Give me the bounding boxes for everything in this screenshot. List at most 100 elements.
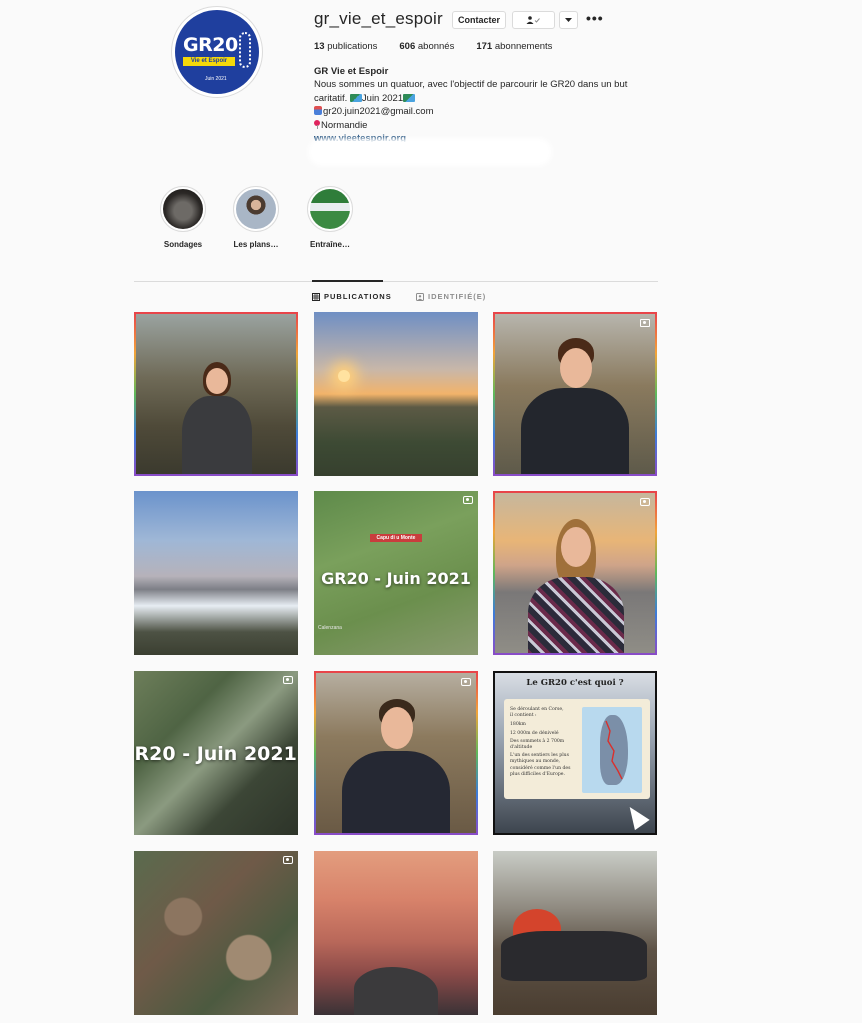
- chevron-down-icon: [565, 18, 572, 22]
- pin-icon: [314, 119, 320, 129]
- post-overlay-title: GR20 - Juin 2021: [321, 569, 471, 588]
- avatar-logo-date: Juin 2021: [205, 76, 227, 82]
- post-thumbnail[interactable]: [493, 491, 657, 655]
- more-options-icon[interactable]: •••: [586, 10, 604, 26]
- stat-label: abonnés: [417, 41, 455, 52]
- post-thumbnail[interactable]: [493, 851, 657, 1015]
- post-thumbnail[interactable]: Le GR20 c'est quoi ? Se déroulant en Cor…: [493, 671, 657, 835]
- following-button[interactable]: [512, 11, 555, 29]
- map-caption: Calenzana: [318, 625, 342, 631]
- tab-publications[interactable]: PUBLICATIONS: [312, 292, 392, 301]
- corsica-map: [582, 707, 642, 793]
- post-image: Capu di u Monte GR20 - Juin 2021 Calenza…: [314, 491, 478, 655]
- bio-email: gr20.juin2021@gmail.com: [323, 106, 434, 118]
- highlight-cover: [236, 189, 276, 229]
- highlight-sondages[interactable]: Sondages: [158, 186, 208, 249]
- post-image: [314, 312, 478, 476]
- bio-date: Juin 2021: [361, 92, 404, 104]
- card-text: Se déroulant en Corse, il contient : 180…: [510, 707, 572, 778]
- redacted-area: [312, 142, 548, 162]
- highlight-label: Entraîne…: [309, 240, 350, 249]
- post-image: [495, 314, 655, 474]
- bio-location-line: Normandie: [314, 119, 664, 132]
- person-figure: [176, 362, 256, 474]
- tab-tagged[interactable]: IDENTIFIÉ(E): [416, 292, 486, 301]
- bio-line: caritatif. Juin 2021: [314, 92, 664, 105]
- stat-publications[interactable]: 13 publications: [314, 41, 377, 52]
- cursor-arrow-icon: [622, 801, 650, 831]
- card-line: il contient :: [510, 713, 537, 719]
- video-icon: [463, 496, 473, 504]
- post-thumbnail[interactable]: Capu di u Monte GR20 - Juin 2021 Calenza…: [314, 491, 478, 655]
- highlight-entrainement[interactable]: Entraîne…: [305, 186, 355, 249]
- post-image: [495, 493, 655, 653]
- stat-value: 171: [476, 41, 493, 52]
- highlight-cover: [310, 189, 350, 229]
- profile-avatar[interactable]: GR20 Vie et Espoir Juin 2021: [171, 6, 263, 98]
- post-thumbnail[interactable]: [314, 851, 478, 1015]
- video-icon: [283, 856, 293, 864]
- highlight-cover: [163, 189, 203, 229]
- post-image: [314, 851, 478, 1015]
- mailbox-icon: [314, 106, 322, 116]
- post-thumbnail[interactable]: [134, 312, 298, 476]
- profile-bio: GR Vie et Espoir Nous sommes un quatuor,…: [314, 65, 664, 145]
- highlight-plans[interactable]: Les plans…: [231, 186, 281, 249]
- profile-username: gr_vie_et_espoir: [314, 9, 443, 28]
- post-image: [134, 851, 298, 1015]
- post-thumbnail[interactable]: [134, 491, 298, 655]
- post-thumbnail[interactable]: [314, 671, 478, 835]
- highlight-ring: [160, 186, 206, 232]
- post-image: [316, 673, 476, 833]
- post-image: [493, 851, 657, 1015]
- post-image: Le GR20 c'est quoi ? Se déroulant en Cor…: [495, 673, 655, 833]
- corsica-flag-icon: [403, 93, 416, 102]
- post-thumbnail[interactable]: [134, 851, 298, 1015]
- highlight-label: Les plans…: [233, 240, 279, 249]
- post-thumbnail[interactable]: iR20 - Juin 2021: [134, 671, 298, 835]
- contact-button[interactable]: Contacter: [452, 11, 506, 29]
- stat-followers[interactable]: 606 abonnés: [399, 41, 454, 52]
- post-thumbnail[interactable]: [493, 312, 657, 476]
- stat-label: publications: [327, 41, 378, 52]
- stat-label: abonnements: [494, 41, 553, 52]
- post-image: [134, 491, 298, 655]
- profile-stats: 13 publications 606 abonnés 171 abonneme…: [314, 41, 574, 52]
- profile-full-name: GR Vie et Espoir: [314, 66, 389, 77]
- grid-icon: [312, 292, 320, 301]
- tagged-user-icon: [416, 292, 424, 301]
- card-line: L'un des sentiers les plus mythiques au …: [510, 753, 571, 777]
- suggestions-dropdown-button[interactable]: [559, 11, 578, 29]
- active-tab-indicator: [312, 280, 383, 282]
- avatar-logo-subtitle: Vie et Espoir: [183, 57, 235, 66]
- rock-summit: [354, 967, 438, 1015]
- video-icon: [461, 678, 471, 686]
- stat-following[interactable]: 171 abonnements: [476, 41, 552, 52]
- sun-shape: [338, 370, 350, 382]
- post-image: iR20 - Juin 2021: [134, 671, 298, 835]
- tab-label: IDENTIFIÉ(E): [428, 292, 487, 301]
- avatar-logo: GR20 Vie et Espoir Juin 2021: [175, 10, 259, 94]
- avatar-logo-title: GR20: [183, 34, 238, 56]
- person-check-icon: [526, 16, 540, 24]
- post-thumbnail[interactable]: [314, 312, 478, 476]
- bio-line: Nous sommes un quatuor, avec l'objectif …: [314, 79, 628, 91]
- video-icon: [640, 498, 650, 506]
- footprint-icon: [239, 32, 251, 68]
- highlight-ring: [233, 186, 279, 232]
- tab-label: PUBLICATIONS: [324, 292, 392, 301]
- highlight-label: Sondages: [163, 240, 203, 249]
- post-image: [136, 314, 296, 474]
- group-of-hikers: [501, 931, 647, 981]
- stat-value: 606: [399, 41, 416, 52]
- bio-location: Normandie: [321, 119, 368, 131]
- video-icon: [283, 676, 293, 684]
- person-figure: [520, 519, 630, 653]
- tabs-divider: [134, 281, 658, 282]
- card-line: 180km: [510, 722, 526, 728]
- bio-email-line: gr20.juin2021@gmail.com: [314, 105, 664, 118]
- gr20-route-line: [605, 720, 623, 780]
- stat-value: 13: [314, 41, 325, 52]
- person-figure: [336, 699, 456, 833]
- corsica-flag-icon: [349, 93, 362, 102]
